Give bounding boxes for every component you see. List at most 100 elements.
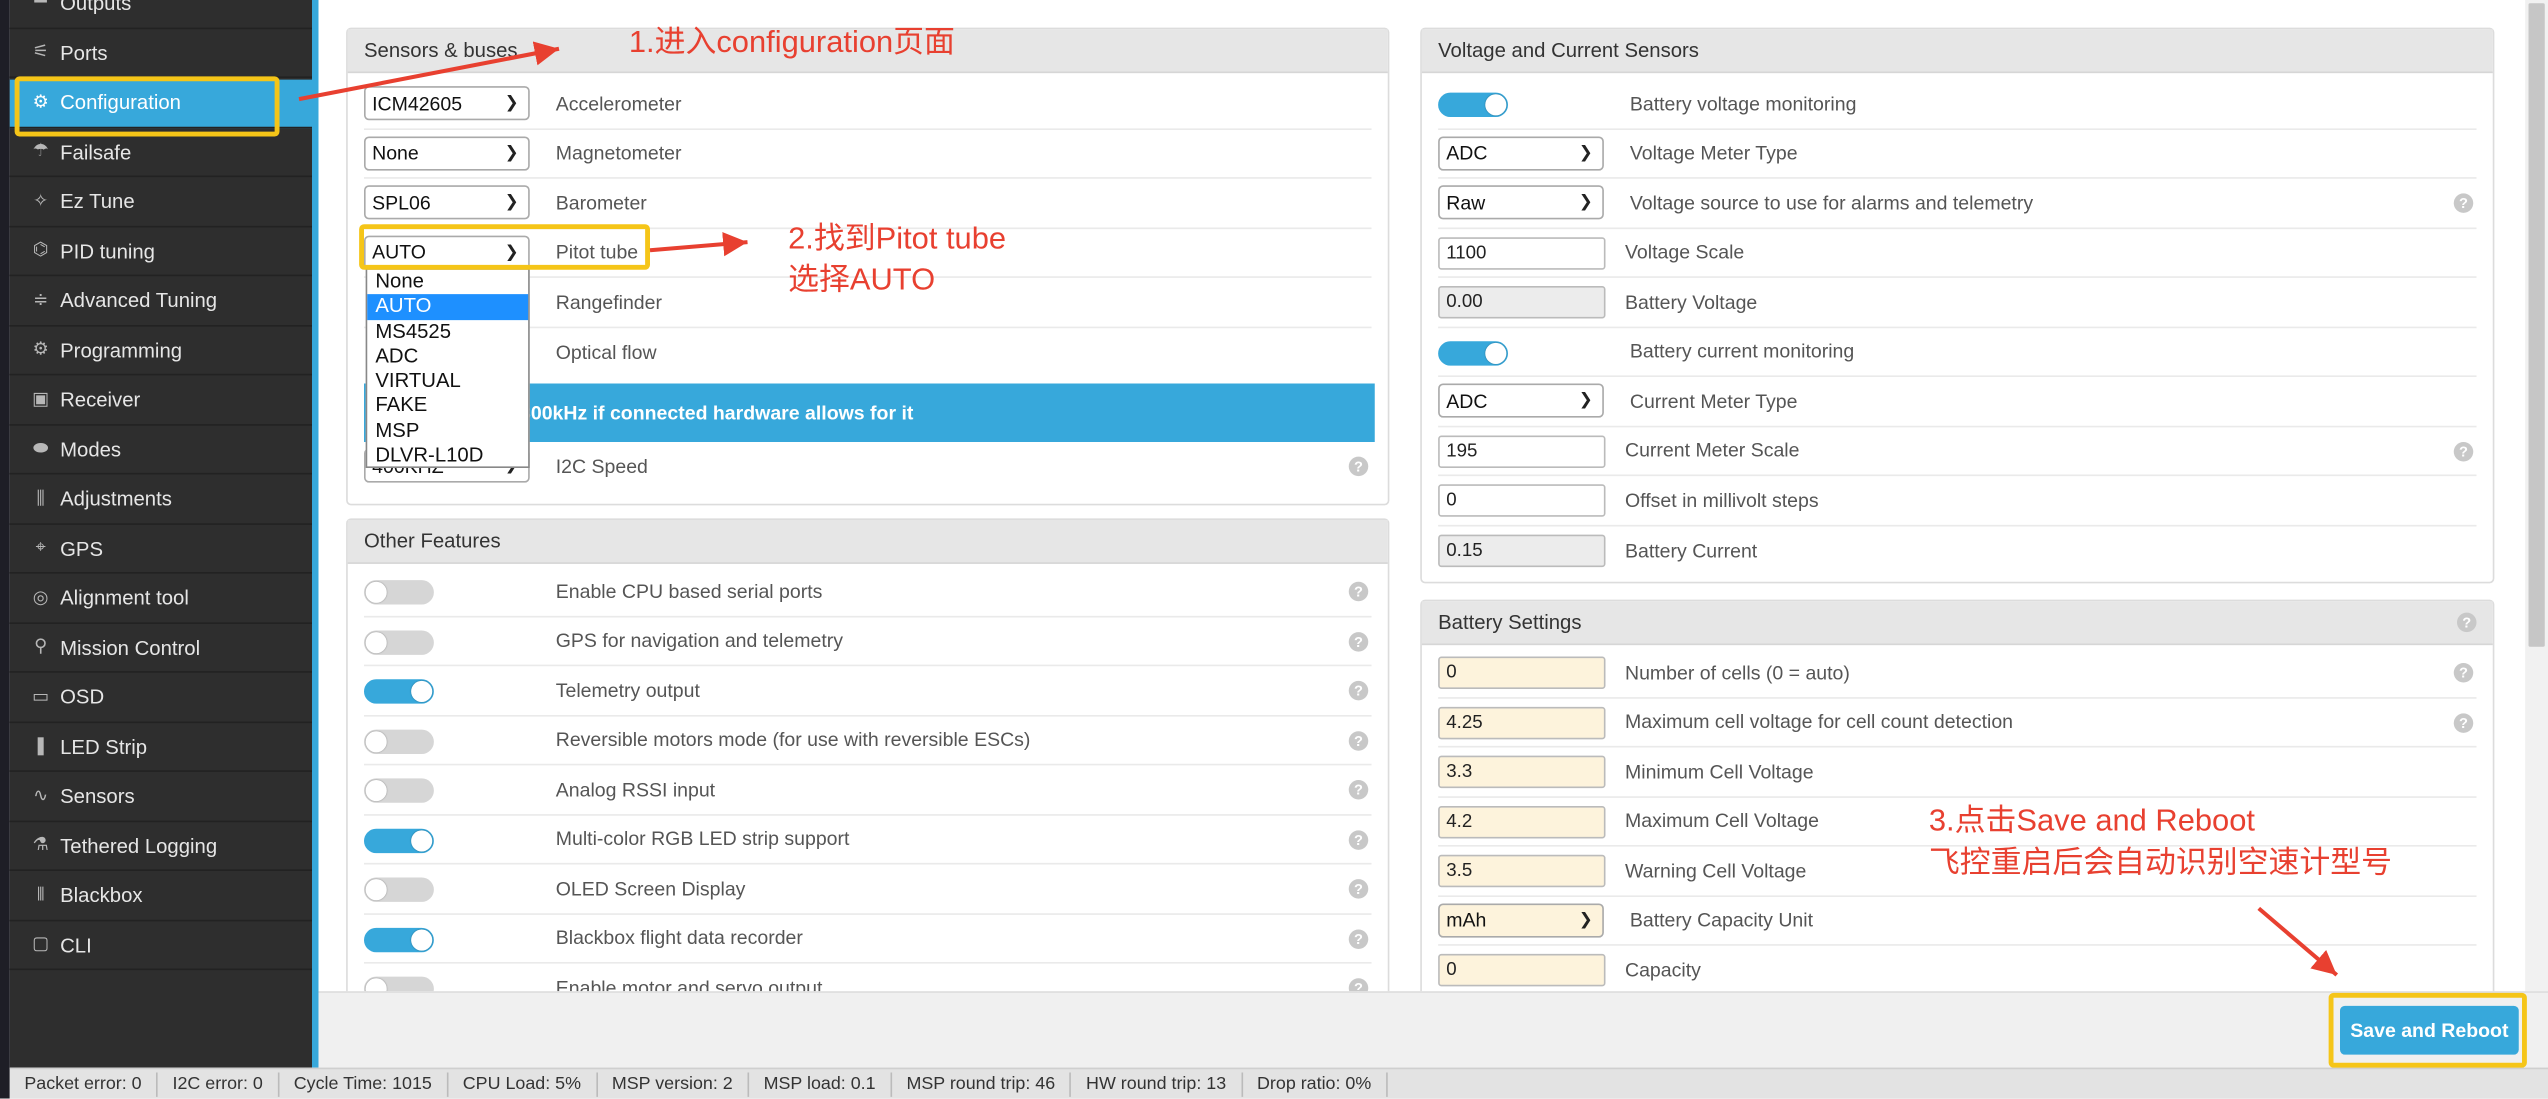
pitot-option[interactable]: DLVR-L10D [367,444,528,469]
sidebar-item-led-strip[interactable]: ❚LED Strip [10,724,312,772]
min-cell-input[interactable]: 3.3 [1438,756,1605,789]
sidebar-item-alignment-tool[interactable]: ◎Alignment tool [10,575,312,623]
current-meter-type-row: ADC❯ Current Meter Type [1438,377,2476,427]
magnetometer-row: None❯ Magnetometer [364,129,1372,179]
feature-row: Enable CPU based serial ports? [364,567,1372,617]
feature-toggle[interactable] [364,828,434,852]
sidebar-item-label: Outputs [60,0,131,15]
pitot-option[interactable]: AUTO [367,295,528,320]
pitot-option[interactable]: MS4525 [367,319,528,344]
pitot-option[interactable]: None [367,270,528,295]
feature-row: Multi-color RGB LED strip support? [364,815,1372,865]
min-cell-label: Minimum Cell Voltage [1625,760,1814,783]
sidebar-item-tethered-logging[interactable]: ⚗Tethered Logging [10,823,312,871]
battery-current-row: 0.15 Battery Current [1438,526,2476,576]
feature-label: Telemetry output [556,679,700,702]
feature-toggle[interactable] [364,630,434,654]
feature-toggle[interactable] [364,679,434,703]
battery-current-value: 0.15 [1438,534,1605,567]
sidebar-item-label: Sensors [60,785,135,808]
status-bar: Packet error: 0I2C error: 0Cycle Time: 1… [10,1068,2548,1099]
current-meter-scale-input[interactable]: 195 [1438,435,1605,468]
help-icon[interactable]: ? [1349,929,1369,949]
pitot-option[interactable]: ADC [367,344,528,369]
voltage-meter-type-select[interactable]: ADC❯ [1438,136,1604,170]
sidebar-item-ports[interactable]: ⚟Ports [10,30,312,78]
parachute-icon: ☂ [29,141,52,164]
help-icon[interactable]: ? [2454,193,2474,213]
feature-row: Analog RSSI input? [364,765,1372,815]
sidebar-item-label: CLI [60,934,92,957]
battery-voltage-monitoring-label: Battery voltage monitoring [1630,92,1857,115]
cells-row: 0 Number of cells (0 = auto) ? [1438,648,2476,698]
annotation-step1: 1.进入configuration页面 [629,24,955,64]
offset-input[interactable]: 0 [1438,484,1605,517]
sidebar-item-mission-control[interactable]: ⚲Mission Control [10,625,312,673]
help-icon[interactable]: ? [1349,780,1369,800]
sidebar-item-ez-tune[interactable]: ✧Ez Tune [10,179,312,227]
feature-toggle[interactable] [364,778,434,802]
capacity-unit-label: Battery Capacity Unit [1630,909,1813,932]
help-icon[interactable]: ? [1349,582,1369,602]
help-icon[interactable]: ? [1349,830,1369,850]
battery-current-monitoring-toggle[interactable] [1438,340,1508,364]
pitot-option[interactable]: FAKE [367,394,528,419]
voltage-source-select[interactable]: Raw❯ [1438,185,1604,219]
sidebar-item-osd[interactable]: ▭OSD [10,674,312,722]
status-item: MSP load: 0.1 [749,1072,892,1096]
accelerometer-label: Accelerometer [556,92,682,115]
sidebar-item-pid-tuning[interactable]: ⌬PID tuning [10,228,312,276]
sidebar-item-adjustments[interactable]: ⫼Adjustments [10,476,312,524]
help-icon[interactable]: ? [2454,441,2474,461]
capacity-row: 0 Capacity [1438,946,2476,992]
pitot-dropdown-list: NoneAUTOMS4525ADCVIRTUALFAKEMSPDLVR-L10D [366,268,530,468]
sidebar-item-sensors[interactable]: ∿Sensors [10,774,312,822]
blackbox-icon: ⦀ [29,884,52,907]
current-meter-type-select[interactable]: ADC❯ [1438,384,1604,418]
max-cell-input[interactable]: 4.2 [1438,805,1605,838]
feature-label: OLED Screen Display [556,877,746,900]
sidebar-item-cli[interactable]: ▢CLI [10,922,312,970]
sidebar-item-receiver[interactable]: ▣Receiver [10,377,312,425]
magnetometer-select[interactable]: None❯ [364,136,530,170]
help-icon[interactable]: ? [2457,613,2477,633]
sidebar-item-label: LED Strip [60,736,147,759]
voltage-scale-input[interactable]: 1100 [1438,236,1605,269]
sidebar-item-outputs[interactable]: ▀Outputs [10,0,312,28]
scrollbar-thumb[interactable] [2529,3,2545,647]
feature-toggle[interactable] [364,927,434,951]
feature-row: Blackbox flight data recorder? [364,914,1372,964]
help-icon[interactable]: ? [1349,730,1369,750]
capacity-input[interactable]: 0 [1438,954,1605,987]
pitot-option[interactable]: MSP [367,419,528,444]
max-detect-input[interactable]: 4.25 [1438,706,1605,739]
sidebar-item-modes[interactable]: ⬬Modes [10,427,312,475]
help-icon[interactable]: ? [1349,457,1369,477]
sidebar-item-advanced-tuning[interactable]: ≑Advanced Tuning [10,278,312,326]
cells-input[interactable]: 0 [1438,657,1605,690]
sidebar-item-programming[interactable]: ⚙Programming [10,327,312,375]
feature-toggle[interactable] [364,729,434,753]
help-icon[interactable]: ? [1349,631,1369,651]
voltage-scale-label: Voltage Scale [1625,241,1744,264]
help-icon[interactable]: ? [1349,978,1369,991]
sidebar-item-blackbox[interactable]: ⦀Blackbox [10,873,312,921]
help-icon[interactable]: ? [2454,663,2474,683]
sitemap-icon: ⌬ [29,240,52,263]
help-icon[interactable]: ? [1349,879,1369,899]
feature-toggle[interactable] [364,878,434,902]
pitot-option[interactable]: VIRTUAL [367,369,528,394]
status-item: Drop ratio: 0% [1242,1072,1387,1096]
capacity-unit-select[interactable]: mAh❯ [1438,903,1604,937]
barometer-select[interactable]: SPL06❯ [364,185,530,219]
sidebar-item-gps[interactable]: ⌖GPS [10,526,312,574]
feature-label: Blackbox flight data recorder [556,927,803,950]
feature-toggle[interactable] [364,977,434,992]
help-icon[interactable]: ? [1349,681,1369,701]
battery-voltage-monitoring-toggle[interactable] [1438,93,1508,117]
help-icon[interactable]: ? [2454,713,2474,733]
accelerometer-value: ICM42605 [372,92,462,115]
accelerometer-select[interactable]: ICM42605❯ [364,86,530,120]
warn-cell-input[interactable]: 3.5 [1438,855,1605,888]
feature-toggle[interactable] [364,580,434,604]
